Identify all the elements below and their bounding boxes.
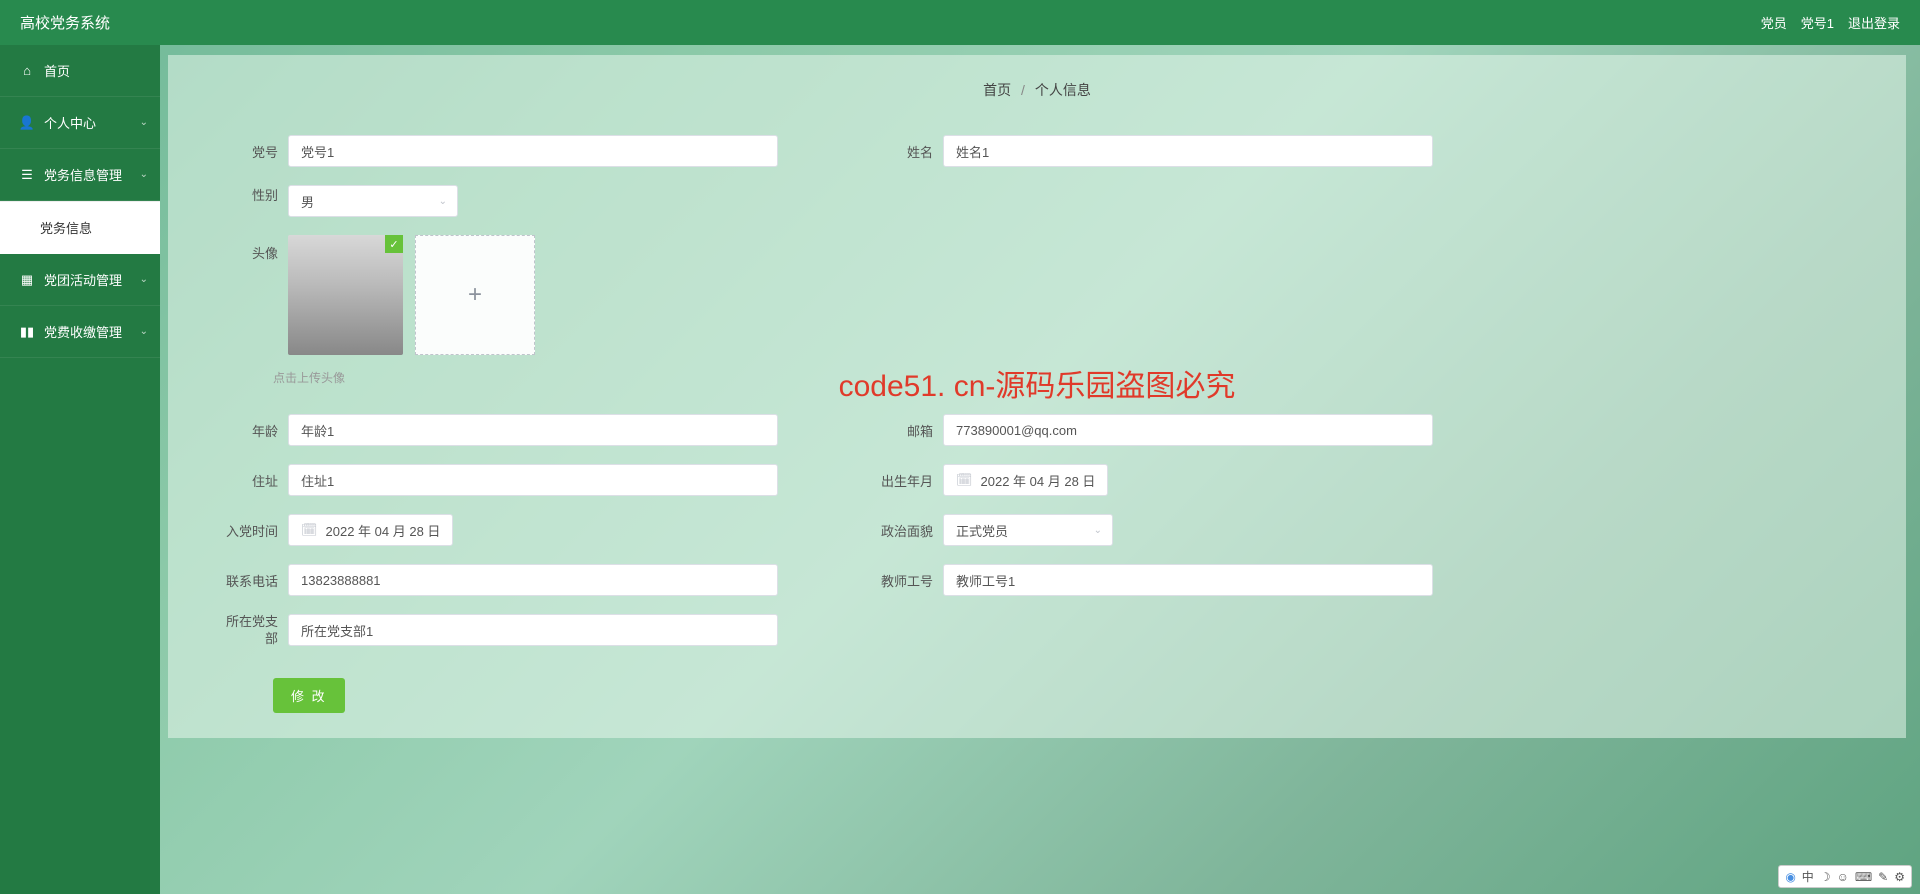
settings-icon[interactable]: ⚙ — [1894, 870, 1905, 884]
breadcrumb-root[interactable]: 首页 — [983, 82, 1011, 98]
date-value: 2022 年 04 月 28 日 — [981, 471, 1096, 490]
moon-icon[interactable]: ☽ — [1820, 870, 1831, 884]
sidebar-item-label: 首页 — [44, 61, 70, 80]
field-label: 年龄 — [218, 421, 278, 440]
field-label: 出生年月 — [873, 471, 933, 490]
field-gender: 性别 男 ⌄ — [218, 185, 1468, 217]
user-name[interactable]: 党号1 — [1801, 13, 1834, 32]
home-icon: ⌂ — [20, 64, 34, 78]
field-label: 邮箱 — [873, 421, 933, 440]
select-value: 男 — [301, 192, 314, 211]
field-age: 年龄 — [218, 414, 813, 446]
field-label: 住址 — [218, 471, 278, 490]
chevron-down-icon: ⌄ — [140, 274, 148, 285]
field-join-date: 入党时间 🗓 2022 年 04 月 28 日 — [218, 514, 813, 546]
header-right: 党员 党号1 退出登录 — [1761, 13, 1900, 32]
field-label: 所在党支部 — [218, 614, 278, 648]
field-label: 政治面貌 — [873, 521, 933, 540]
join-date-input[interactable]: 🗓 2022 年 04 月 28 日 — [288, 514, 453, 546]
chevron-down-icon: ⌄ — [140, 117, 148, 128]
field-label: 党号 — [218, 142, 278, 161]
ime-lang[interactable]: 中 — [1802, 868, 1814, 885]
field-label: 姓名 — [873, 142, 933, 161]
sidebar-item-label: 党务信息管理 — [44, 165, 122, 184]
chevron-down-icon: ⌄ — [140, 169, 148, 180]
keyboard-icon[interactable]: ⌨ — [1855, 870, 1872, 884]
name-input[interactable] — [943, 135, 1433, 167]
chevron-down-icon: ⌄ — [140, 326, 148, 337]
ime-toolbar[interactable]: ◉ 中 ☽ ☺ ⌨ ✎ ⚙ — [1778, 865, 1912, 888]
ime-logo-icon: ◉ — [1785, 870, 1795, 884]
breadcrumb: 首页 / 个人信息 — [198, 80, 1876, 100]
email-input[interactable] — [943, 414, 1433, 446]
address-input[interactable] — [288, 464, 778, 496]
field-email: 邮箱 — [873, 414, 1468, 446]
submit-button[interactable]: 修 改 — [273, 678, 345, 713]
birth-date-input[interactable]: 🗓 2022 年 04 月 28 日 — [943, 464, 1108, 496]
user-role[interactable]: 党员 — [1761, 13, 1787, 32]
sidebar-subitem-partyinfo[interactable]: 党务信息 — [0, 201, 160, 254]
calendar-icon: 🗓 — [956, 472, 973, 488]
sidebar-item-activities[interactable]: ▦ 党团活动管理 ⌄ — [0, 254, 160, 306]
app-title: 高校党务系统 — [20, 12, 110, 33]
content-panel: 首页 / 个人信息 党号 姓名 性别 男 ⌄ — [168, 55, 1906, 738]
emoji-icon[interactable]: ☺ — [1837, 870, 1849, 884]
branch-input[interactable] — [288, 614, 778, 646]
list-icon: ☰ — [20, 168, 34, 182]
breadcrumb-current: 个人信息 — [1035, 82, 1091, 98]
field-teacher-id: 教师工号 — [873, 564, 1468, 596]
chevron-down-icon: ⌄ — [439, 196, 447, 207]
age-input[interactable] — [288, 414, 778, 446]
breadcrumb-sep: / — [1021, 82, 1025, 98]
party-number-input[interactable] — [288, 135, 778, 167]
tool-icon[interactable]: ✎ — [1878, 870, 1888, 884]
field-party-number: 党号 — [218, 135, 813, 167]
sidebar: ⌂ 首页 👤 个人中心 ⌄ ☰ 党务信息管理 ⌄ 党务信息 ▦ 党团活动管理 ⌄… — [0, 45, 160, 894]
sidebar-item-home[interactable]: ⌂ 首页 — [0, 45, 160, 97]
sidebar-item-label: 党团活动管理 — [44, 270, 122, 289]
sidebar-item-label: 党费收缴管理 — [44, 322, 122, 341]
field-branch: 所在党支部 — [218, 614, 1468, 648]
field-birth: 出生年月 🗓 2022 年 04 月 28 日 — [873, 464, 1468, 496]
field-avatar: 头像 + — [218, 235, 1468, 355]
sidebar-item-label: 党务信息 — [40, 218, 92, 237]
user-icon: 👤 — [20, 116, 34, 130]
teacher-id-input[interactable] — [943, 564, 1433, 596]
bars-icon: ▮▮ — [20, 325, 34, 339]
logout-link[interactable]: 退出登录 — [1848, 13, 1900, 32]
calendar-icon: 🗓 — [301, 522, 318, 538]
field-label: 性别 — [218, 185, 278, 204]
field-name: 姓名 — [873, 135, 1468, 167]
sidebar-item-partyinfo-mgmt[interactable]: ☰ 党务信息管理 ⌄ — [0, 149, 160, 201]
sidebar-item-label: 个人中心 — [44, 113, 96, 132]
sidebar-item-dues[interactable]: ▮▮ 党费收缴管理 ⌄ — [0, 306, 160, 358]
date-value: 2022 年 04 月 28 日 — [326, 521, 441, 540]
field-phone: 联系电话 — [218, 564, 813, 596]
chevron-down-icon: ⌄ — [1094, 525, 1102, 536]
field-address: 住址 — [218, 464, 813, 496]
grid-icon: ▦ — [20, 273, 34, 287]
field-politics: 政治面貌 正式党员 ⌄ — [873, 514, 1468, 546]
avatar-image[interactable] — [288, 235, 403, 355]
select-value: 正式党员 — [956, 521, 1008, 540]
avatar-hint: 点击上传头像 — [273, 369, 1876, 386]
app-header: 高校党务系统 党员 党号1 退出登录 — [0, 0, 1920, 45]
avatar-upload-button[interactable]: + — [415, 235, 535, 355]
field-label: 入党时间 — [218, 521, 278, 540]
plus-icon: + — [468, 281, 482, 309]
politics-select[interactable]: 正式党员 ⌄ — [943, 514, 1113, 546]
sidebar-item-personal[interactable]: 👤 个人中心 ⌄ — [0, 97, 160, 149]
phone-input[interactable] — [288, 564, 778, 596]
field-label: 头像 — [218, 235, 278, 262]
field-label: 联系电话 — [218, 571, 278, 590]
field-label: 教师工号 — [873, 571, 933, 590]
gender-select[interactable]: 男 ⌄ — [288, 185, 458, 217]
